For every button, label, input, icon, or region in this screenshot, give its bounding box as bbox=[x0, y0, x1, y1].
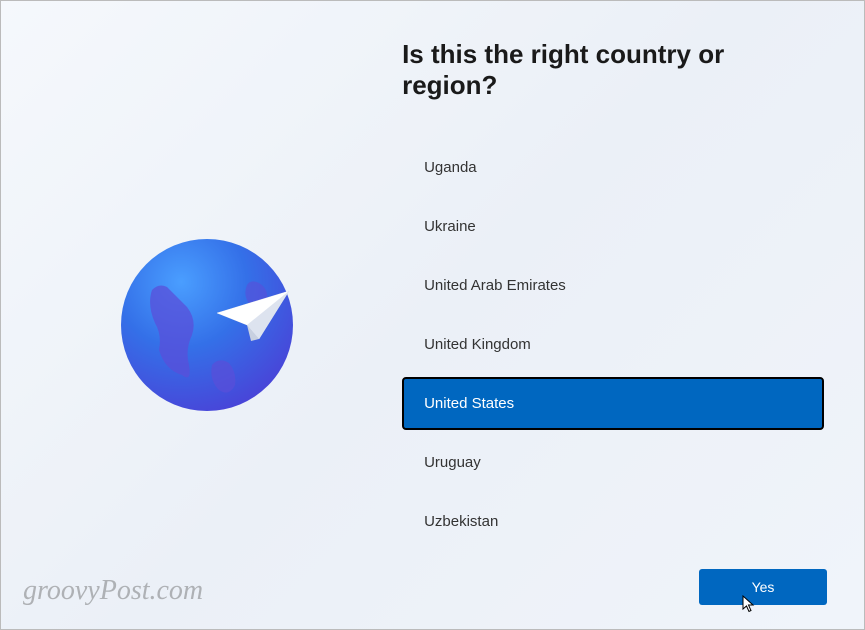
yes-button[interactable]: Yes bbox=[699, 569, 827, 605]
illustration-panel bbox=[1, 1, 372, 629]
content-panel: Is this the right country or region? Uga… bbox=[372, 1, 864, 629]
country-item-uruguay[interactable]: Uruguay bbox=[402, 436, 824, 489]
country-item-uzbekistan[interactable]: Uzbekistan bbox=[402, 495, 824, 548]
globe-paper-plane-icon bbox=[117, 235, 297, 415]
country-list[interactable]: Uganda Ukraine United Arab Emirates Unit… bbox=[402, 141, 824, 548]
country-item-united-arab-emirates[interactable]: United Arab Emirates bbox=[402, 259, 824, 312]
page-title: Is this the right country or region? bbox=[402, 39, 824, 101]
country-item-united-states[interactable]: United States bbox=[402, 377, 824, 430]
country-item-uganda[interactable]: Uganda bbox=[402, 141, 824, 194]
oobe-region-screen: Is this the right country or region? Uga… bbox=[1, 1, 864, 629]
country-item-ukraine[interactable]: Ukraine bbox=[402, 200, 824, 253]
country-item-united-kingdom[interactable]: United Kingdom bbox=[402, 318, 824, 371]
watermark-text: groovyPost.com bbox=[23, 575, 203, 607]
